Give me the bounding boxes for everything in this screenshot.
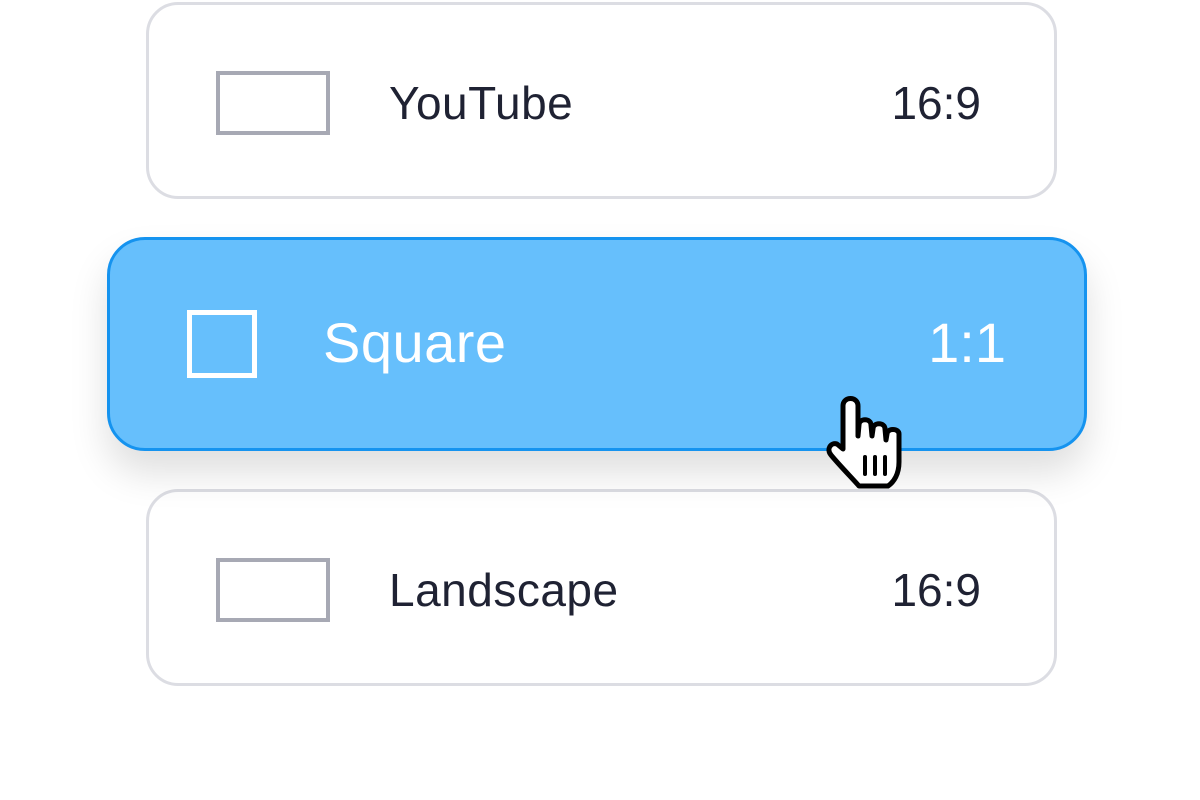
option-label: YouTube — [389, 77, 574, 129]
option-youtube[interactable]: YouTube 16:9 — [146, 2, 1057, 199]
option-label: Square — [323, 311, 507, 374]
option-ratio: 16:9 — [891, 77, 981, 129]
option-ratio: 16:9 — [891, 564, 981, 616]
option-landscape[interactable]: Landscape 16:9 — [146, 489, 1057, 686]
square-frame-icon — [187, 310, 257, 378]
hand-pointer-cursor-icon — [826, 396, 902, 489]
landscape-frame-icon — [216, 71, 330, 135]
option-label: Landscape — [389, 564, 619, 616]
option-ratio: 1:1 — [928, 311, 1006, 374]
option-square[interactable]: Square 1:1 — [107, 237, 1087, 451]
aspect-ratio-picker: YouTube 16:9 Square 1:1 Landscape 16:9 — [0, 0, 1200, 800]
landscape-frame-icon — [216, 558, 330, 622]
